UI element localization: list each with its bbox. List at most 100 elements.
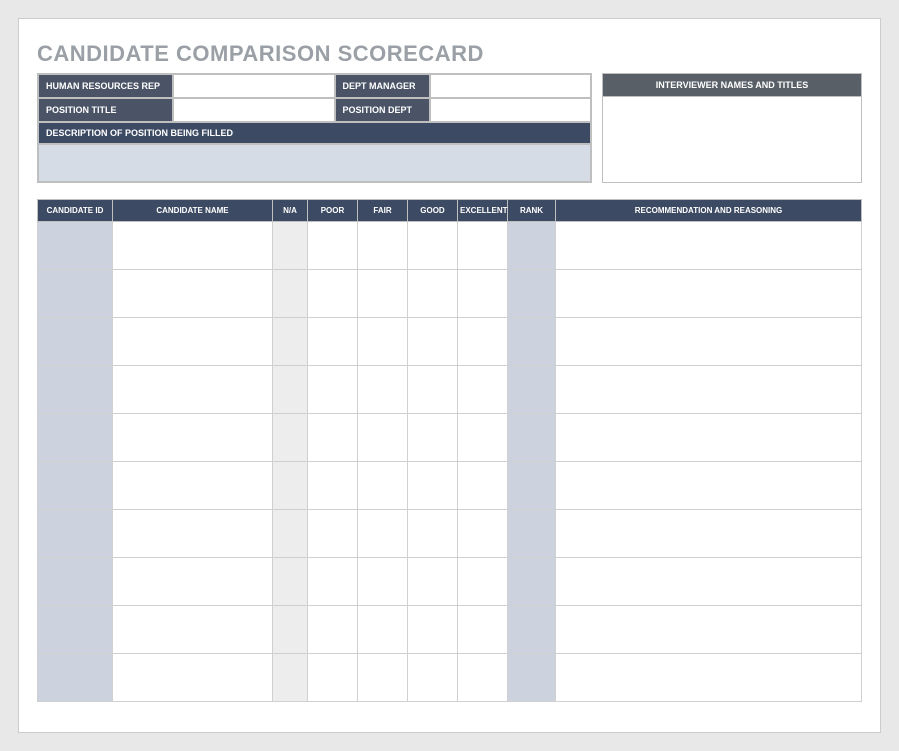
cell-na[interactable] [273,270,308,318]
cell-rank[interactable] [508,366,556,414]
cell-good[interactable] [408,462,458,510]
cell-poor[interactable] [308,558,358,606]
cell-recommendation[interactable] [556,318,862,366]
cell-excellent[interactable] [458,462,508,510]
cell-excellent[interactable] [458,318,508,366]
cell-poor[interactable] [308,462,358,510]
cell-candidate-id[interactable] [38,510,113,558]
cell-recommendation[interactable] [556,414,862,462]
cell-candidate-name[interactable] [113,510,273,558]
cell-candidate-name[interactable] [113,606,273,654]
cell-recommendation[interactable] [556,654,862,702]
cell-recommendation[interactable] [556,510,862,558]
cell-rank[interactable] [508,222,556,270]
cell-candidate-name[interactable] [113,462,273,510]
cell-poor[interactable] [308,270,358,318]
cell-fair[interactable] [358,366,408,414]
cell-fair[interactable] [358,462,408,510]
cell-fair[interactable] [358,558,408,606]
cell-candidate-name[interactable] [113,222,273,270]
cell-na[interactable] [273,462,308,510]
cell-fair[interactable] [358,654,408,702]
cell-good[interactable] [408,654,458,702]
cell-recommendation[interactable] [556,606,862,654]
cell-na[interactable] [273,414,308,462]
cell-rank[interactable] [508,462,556,510]
cell-fair[interactable] [358,606,408,654]
cell-fair[interactable] [358,270,408,318]
cell-good[interactable] [408,318,458,366]
cell-good[interactable] [408,366,458,414]
cell-candidate-name[interactable] [113,414,273,462]
cell-candidate-name[interactable] [113,366,273,414]
cell-good[interactable] [408,222,458,270]
cell-na[interactable] [273,654,308,702]
cell-candidate-id[interactable] [38,654,113,702]
cell-rank[interactable] [508,270,556,318]
cell-excellent[interactable] [458,270,508,318]
cell-fair[interactable] [358,318,408,366]
cell-poor[interactable] [308,510,358,558]
cell-poor[interactable] [308,606,358,654]
cell-poor[interactable] [308,318,358,366]
cell-na[interactable] [273,606,308,654]
position-dept-field[interactable] [430,98,592,122]
cell-candidate-id[interactable] [38,318,113,366]
cell-good[interactable] [408,558,458,606]
cell-candidate-id[interactable] [38,462,113,510]
cell-poor[interactable] [308,414,358,462]
cell-candidate-name[interactable] [113,270,273,318]
cell-excellent[interactable] [458,414,508,462]
description-field[interactable] [38,144,591,182]
position-title-field[interactable] [173,98,335,122]
cell-excellent[interactable] [458,510,508,558]
cell-candidate-id[interactable] [38,606,113,654]
cell-na[interactable] [273,558,308,606]
cell-recommendation[interactable] [556,462,862,510]
cell-rank[interactable] [508,654,556,702]
cell-candidate-name[interactable] [113,654,273,702]
cell-excellent[interactable] [458,222,508,270]
position-dept-label: POSITION DEPT [335,98,430,122]
cell-candidate-name[interactable] [113,558,273,606]
cell-candidate-id[interactable] [38,270,113,318]
cell-na[interactable] [273,366,308,414]
cell-good[interactable] [408,414,458,462]
dept-manager-field[interactable] [430,74,592,98]
cell-candidate-id[interactable] [38,222,113,270]
hr-rep-field[interactable] [173,74,335,98]
cell-good[interactable] [408,606,458,654]
table-row [38,606,862,654]
cell-rank[interactable] [508,558,556,606]
cell-recommendation[interactable] [556,558,862,606]
interviewer-field[interactable] [602,97,862,183]
cell-recommendation[interactable] [556,222,862,270]
hr-rep-label: HUMAN RESOURCES REP [38,74,173,98]
cell-fair[interactable] [358,510,408,558]
cell-rank[interactable] [508,318,556,366]
cell-candidate-id[interactable] [38,414,113,462]
cell-excellent[interactable] [458,558,508,606]
cell-excellent[interactable] [458,606,508,654]
cell-na[interactable] [273,222,308,270]
cell-excellent[interactable] [458,654,508,702]
cell-candidate-name[interactable] [113,318,273,366]
cell-rank[interactable] [508,606,556,654]
cell-poor[interactable] [308,222,358,270]
cell-excellent[interactable] [458,366,508,414]
cell-fair[interactable] [358,414,408,462]
cell-recommendation[interactable] [556,270,862,318]
cell-candidate-id[interactable] [38,366,113,414]
description-label: DESCRIPTION OF POSITION BEING FILLED [38,122,591,144]
cell-na[interactable] [273,510,308,558]
cell-rank[interactable] [508,510,556,558]
cell-rank[interactable] [508,414,556,462]
cell-poor[interactable] [308,366,358,414]
cell-good[interactable] [408,510,458,558]
cell-poor[interactable] [308,654,358,702]
cell-na[interactable] [273,318,308,366]
cell-candidate-id[interactable] [38,558,113,606]
cell-fair[interactable] [358,222,408,270]
cell-good[interactable] [408,270,458,318]
cell-recommendation[interactable] [556,366,862,414]
